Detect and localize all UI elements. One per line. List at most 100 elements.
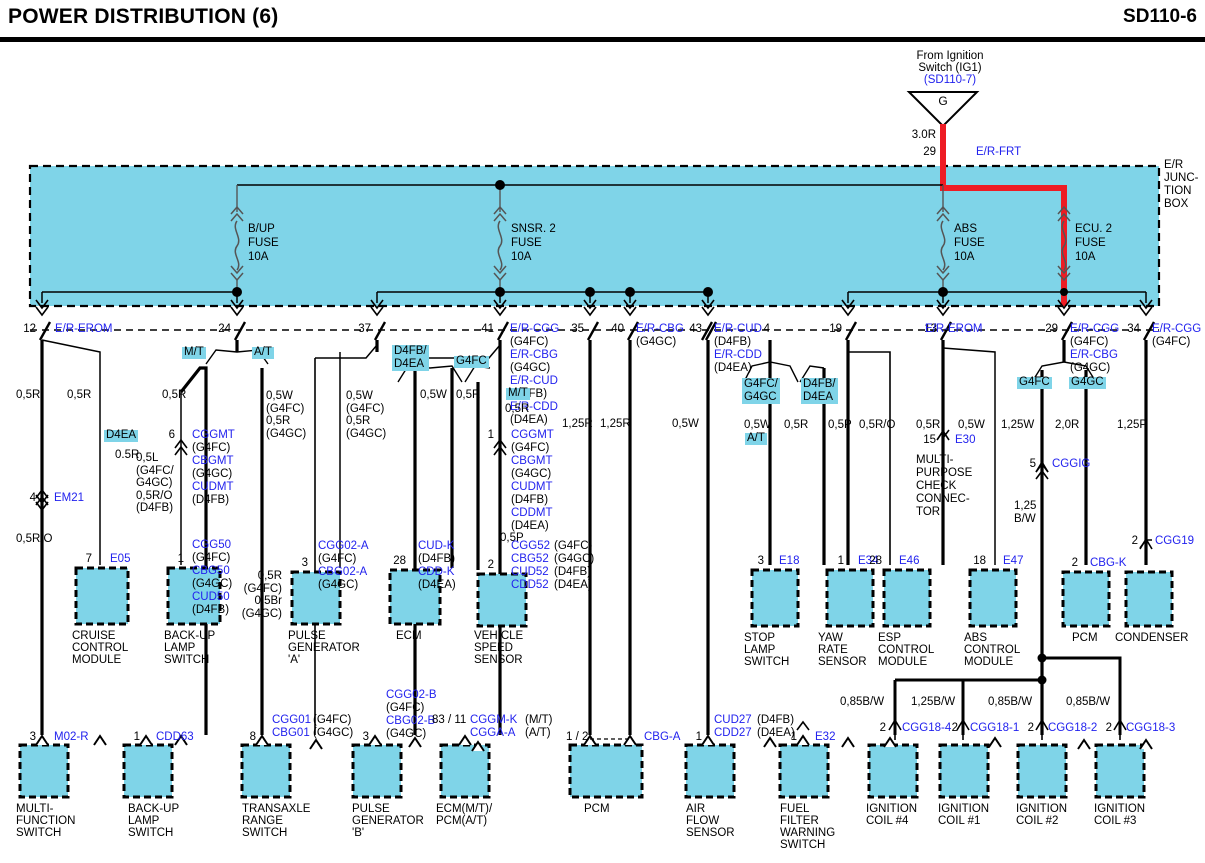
backup50-code-1: CBG50 xyxy=(192,565,230,577)
component-box xyxy=(1061,570,1111,628)
mid-name-3: ECM xyxy=(396,630,422,642)
pga-var-1: (G4GC) xyxy=(318,579,359,591)
t41-var-3: (D4EA) xyxy=(510,414,548,426)
ecmpcm-code-0: CGGM-K xyxy=(470,714,518,726)
tra-code-0: CGG01 xyxy=(272,714,311,726)
bot-name-5: PCM xyxy=(584,803,610,815)
fuse-word-ecu2: FUSE xyxy=(1075,237,1106,249)
terminal-pin-12: 12 xyxy=(23,323,36,335)
mpc-line-4: TOR xyxy=(916,506,941,518)
fuse-word-bup: FUSE xyxy=(248,237,279,249)
bot-name-10: IGNITION COIL #2 xyxy=(1016,803,1068,827)
fuse-name-snsr2: SNSR. 2 xyxy=(511,223,556,235)
wire-size-3: 0,5W (G4FC) 0,5R (G4GC) xyxy=(266,390,307,440)
bot-name-6: AIR FLOW SENSOR xyxy=(686,803,735,839)
t40-var-0: (G4GC) xyxy=(636,336,677,348)
source-symbol: G xyxy=(938,94,948,108)
backup50-code-2: CUD50 xyxy=(192,591,230,603)
component-box xyxy=(74,566,130,626)
afs-code-1: CDD27 xyxy=(714,727,752,739)
mid-pin-8: 18 xyxy=(973,555,986,567)
source-connector: E/R-FRT xyxy=(976,146,1022,158)
junction-box-label-2: JUNC- xyxy=(1164,172,1199,184)
splice-pin-cgg19: 2 xyxy=(1131,535,1138,547)
bot-pin-9: 2 xyxy=(951,722,958,734)
afs-code-0: CUD27 xyxy=(714,714,752,726)
mid-pin-6: 1 xyxy=(837,555,844,567)
component-box xyxy=(968,568,1018,628)
variant-tag-g4fc-1: G4FC xyxy=(454,355,489,368)
mid-pin-0: 7 xyxy=(85,553,92,565)
pgb-var-0: (G4FC) xyxy=(386,702,425,714)
variant-tag-g4gc: G4GC xyxy=(1069,376,1106,389)
mid-name-5: STOP LAMP SWITCH xyxy=(744,632,790,668)
splice-6-var-1: (G4GC) xyxy=(192,468,233,480)
wire-size-24: 1,25 B/W xyxy=(1014,500,1037,525)
mid-code-0: E05 xyxy=(110,553,131,565)
component-box xyxy=(1124,570,1174,628)
wire-size-8: 1,25R xyxy=(562,418,593,430)
bot-pin-1: 1 xyxy=(133,731,140,743)
mid-pin-9: 2 xyxy=(1071,557,1078,569)
t43-conn-1: E/R-CDD xyxy=(714,349,762,361)
terminal-pin-24: 24 xyxy=(218,323,231,335)
splice-pin-6: 6 xyxy=(168,429,175,441)
vss-var-0: (G4FC) xyxy=(554,540,593,552)
component-box xyxy=(882,568,932,628)
bot-pin-5: 1 / 2 xyxy=(566,731,589,743)
splice-pin-15: 15 xyxy=(923,434,936,446)
bot-pin-4a: 83 / 11 xyxy=(432,714,467,726)
terminal-pin-19: 19 xyxy=(829,323,842,335)
variant-tag-g4fc-2: G4FC xyxy=(1017,376,1052,389)
bot-code-5: CBG-A xyxy=(644,731,681,743)
afs-var-0: (D4FB) xyxy=(757,714,795,726)
component-box xyxy=(568,743,644,799)
source-reference[interactable]: (SD110-7) xyxy=(905,74,995,87)
wire-size-18: 2,0R xyxy=(1055,419,1080,431)
pgb-var-1: (G4GC) xyxy=(386,728,427,740)
vss-code-3: CDD52 xyxy=(511,579,549,591)
t41-var-1: (G4GC) xyxy=(510,362,551,374)
bot-name-8: IGNITION COIL #4 xyxy=(866,803,918,827)
component-box xyxy=(1016,743,1068,799)
component-box xyxy=(778,743,830,799)
terminal-connector-12: E/R-EROM xyxy=(55,323,113,335)
wire-size-29: 0,5L (G4FC/ G4GC) 0,5R/O (D4FB) xyxy=(136,452,174,514)
terminal-pin-40: 40 xyxy=(611,323,624,335)
ecmpcm-var-1: (A/T) xyxy=(525,727,551,739)
mid-pin-7: 28 xyxy=(869,555,882,567)
bot-name-11: IGNITION COIL #3 xyxy=(1094,803,1146,827)
splice-6-var-2: (D4FB) xyxy=(192,494,230,506)
component-box xyxy=(439,743,491,799)
vss-code-2: CUD52 xyxy=(511,566,549,578)
bot-name-2: TRANSAXLE RANGE SWITCH xyxy=(242,803,311,839)
junction-box-label-1: E/R xyxy=(1164,159,1184,171)
mid-name-0: CRUISE CONTROL MODULE xyxy=(72,630,129,666)
fuse-name-ecu2: ECU. 2 xyxy=(1075,223,1113,235)
mid-code-8: E47 xyxy=(1003,555,1024,567)
backup50-var-2: (D4FB) xyxy=(192,604,230,616)
bot-pin-6: 1 xyxy=(695,731,702,743)
splice-1-code-3: CDDMT xyxy=(511,507,553,519)
component-box xyxy=(122,743,174,799)
wire-size-25: 0,85B/W xyxy=(840,696,885,708)
t40-conn-0: E/R-CBG xyxy=(636,323,684,335)
t41-conn-0: E/R-CGG xyxy=(510,323,560,335)
wire-size-1: 0,5R xyxy=(67,389,92,401)
bot-pin-11: 2 xyxy=(1105,722,1112,734)
bot-name-7: FUEL FILTER WARNING SWITCH xyxy=(780,803,836,851)
variant-tag-g4fc-g4gc: G4FC/ G4GC xyxy=(742,378,780,404)
bot-pin-2: 8 xyxy=(249,731,256,743)
splice-code-em21: EM21 xyxy=(54,492,85,504)
t29-conn-1: E/R-CBG xyxy=(1070,349,1118,361)
splice-code-cgg19: CGG19 xyxy=(1155,535,1194,547)
splice-pin-5: 5 xyxy=(1029,458,1036,470)
backup50-var-0: (G4FC) xyxy=(192,552,231,564)
bot-code-7: E32 xyxy=(815,731,836,743)
component-box xyxy=(825,568,875,628)
bot-code-11: CGG18-3 xyxy=(1126,722,1176,734)
t41-var-0: (G4FC) xyxy=(510,336,549,348)
wire-size-6: 0,5R xyxy=(456,389,481,401)
mid-pin-3: 28 xyxy=(393,555,406,567)
mpc-line-0: MULTI- xyxy=(916,454,954,466)
